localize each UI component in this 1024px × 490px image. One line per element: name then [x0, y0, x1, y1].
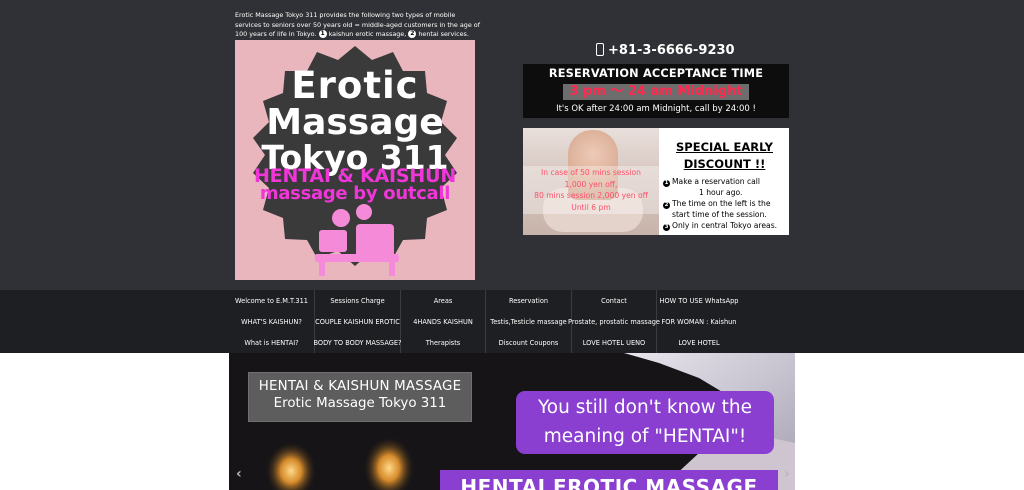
nav-item-sessions-charge[interactable]: Sessions Charge — [315, 290, 401, 311]
nav-item-whats-kaishun[interactable]: WHAT'S KAISHUN? — [229, 311, 315, 332]
nav-item-welcome[interactable]: Welcome to E.M.T.311 — [229, 290, 315, 311]
nav-item-contact[interactable]: Contact — [572, 290, 657, 311]
nav-item-testicle-massage[interactable]: Testis,Testicle massage — [486, 311, 572, 332]
main-nav: Welcome to E.M.T.311 Sessions Charge Are… — [0, 290, 1024, 353]
discount-banner[interactable]: In case of 50 mins session 1,000 yen off… — [523, 128, 789, 235]
nav-item-love-hotel-ueno[interactable]: LOVE HOTEL UENO — [572, 332, 657, 353]
nav-item-what-is-hentai[interactable]: What is HENTAI? — [229, 332, 315, 353]
hero-speech-bubble: You still don't know the meaning of "HEN… — [516, 391, 774, 454]
logo-line-2: Massage — [266, 102, 444, 143]
nav-grid: Welcome to E.M.T.311 Sessions Charge Are… — [229, 290, 741, 353]
discount-details: SPECIAL EARLY DISCOUNT !! 1 Make a reserv… — [660, 128, 789, 235]
logo-line-5: massage by outcall — [259, 183, 451, 204]
reservation-note: It's OK after 24:00 am Midnight, call by… — [556, 104, 756, 114]
hero-bottom-banner: HENTAI EROTIC MASSAGE — [440, 470, 778, 490]
condition-item: 3 Only in central Tokyo areas. — [663, 221, 778, 231]
phone-icon — [596, 43, 604, 56]
discount-conditions: 1 Make a reservation call 1 hour ago. 2 Th… — [660, 176, 789, 231]
nav-item-prostate-massage[interactable]: Prostate, prostatic massage — [568, 311, 660, 332]
nav-item-love-hotel[interactable]: LOVE HOTEL — [657, 332, 741, 353]
nav-item-therapists[interactable]: Therapists — [401, 332, 486, 353]
nav-item-4hands-kaishun[interactable]: 4HANDS KAISHUN — [401, 311, 486, 332]
nav-item-reservation[interactable]: Reservation — [486, 290, 572, 311]
site-logo[interactable]: Erotic Massage Tokyo 311 HENTAI & KAISHU… — [235, 40, 475, 280]
phone-number[interactable]: +81-3-6666-9230 — [596, 43, 735, 58]
nav-item-discount-coupons[interactable]: Discount Coupons — [486, 332, 572, 353]
condition-item: 2 The time on the left is the — [663, 199, 771, 209]
nav-item-for-woman[interactable]: FOR WOMAN : Kaishun — [657, 311, 741, 332]
number-badge: 1 — [663, 180, 670, 187]
hero-slider[interactable]: HENTAI & KAISHUN MASSAGE Erotic Massage … — [229, 353, 795, 490]
hero-title: HENTAI & KAISHUN MASSAGE — [258, 379, 462, 394]
number-badge: 3 — [663, 224, 670, 231]
slider-prev-icon[interactable]: ‹ — [236, 466, 242, 482]
number-one-badge: 1 — [318, 30, 327, 39]
condition-item-cont: 1 hour ago. — [699, 188, 743, 197]
condition-item: 1 Make a reservation call — [663, 177, 761, 187]
nav-item-body-to-body[interactable]: BODY TO BODY MASSAGE? — [313, 332, 402, 353]
reservation-banner: RESERVATION ACCEPTANCE TIME 3 pm ～ 24 am… — [523, 64, 789, 118]
intro-text: Erotic Massage Tokyo 311 provides the fo… — [235, 11, 480, 39]
condition-item-cont: start time of the session. — [672, 210, 767, 219]
number-badge: 2 — [663, 202, 670, 209]
nav-item-areas[interactable]: Areas — [401, 290, 486, 311]
nav-item-whatsapp[interactable]: HOW TO USE WhatsApp — [657, 290, 741, 311]
discount-overlay-text: In case of 50 mins session 1,000 yen off… — [523, 166, 659, 214]
discount-photo: In case of 50 mins session 1,000 yen off… — [523, 128, 659, 235]
hero-subtitle: Erotic Massage Tokyo 311 — [273, 396, 447, 411]
site-header: Erotic Massage Tokyo 311 provides the fo… — [0, 0, 1024, 290]
nav-item-couple-kaishun[interactable]: COUPLE KAISHUN EROTIC — [315, 311, 401, 332]
hero-title-box: HENTAI & KAISHUN MASSAGE Erotic Massage … — [248, 372, 472, 422]
logo-line-1: Erotic — [291, 64, 419, 107]
reservation-title: RESERVATION ACCEPTANCE TIME — [548, 67, 764, 80]
reservation-time: 3 pm ～ 24 am Midnight — [563, 84, 749, 100]
discount-title: SPECIAL EARLY DISCOUNT !! — [676, 140, 773, 171]
number-two-badge: 2 — [408, 30, 417, 39]
slider-next-icon[interactable]: › — [784, 466, 790, 482]
